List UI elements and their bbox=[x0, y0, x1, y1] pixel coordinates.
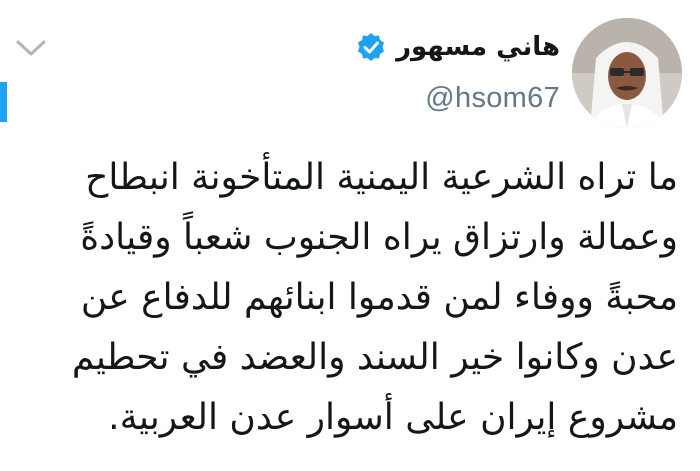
tweet-text-line: ما تراه الشرعية اليمنية المتأخونة انبطاح bbox=[85, 157, 678, 198]
selection-indicator bbox=[0, 82, 7, 122]
tweet-header: هاني مسهور bbox=[356, 30, 560, 64]
author-handle[interactable]: @hsom67 bbox=[425, 82, 560, 115]
verified-badge-icon bbox=[356, 32, 386, 62]
tweet-text-line: عدن وكانوا خير السند والعضد في تحطيم bbox=[71, 337, 678, 378]
author-name-row: هاني مسهور bbox=[356, 30, 560, 64]
tweet-text-line: محبةً ووفاء لمن قدموا ابنائهم للدفاع عن bbox=[80, 277, 678, 318]
chevron-down-icon[interactable] bbox=[14, 34, 48, 62]
tweet-text-line: مشروع إيران على أسوار عدن العربية. bbox=[108, 397, 678, 438]
tweet-text-line: وعمالة وارتزاق يراه الجنوب شعباً وقيادةً bbox=[80, 217, 678, 258]
avatar[interactable] bbox=[572, 18, 682, 128]
author-display-name[interactable]: هاني مسهور bbox=[396, 30, 560, 64]
tweet-text: ما تراه الشرعية اليمنية المتأخونة انبطاح… bbox=[18, 148, 678, 448]
tweet-card: هاني مسهور @hsom67 ما تراه الشرعية اليمن… bbox=[0, 0, 700, 471]
